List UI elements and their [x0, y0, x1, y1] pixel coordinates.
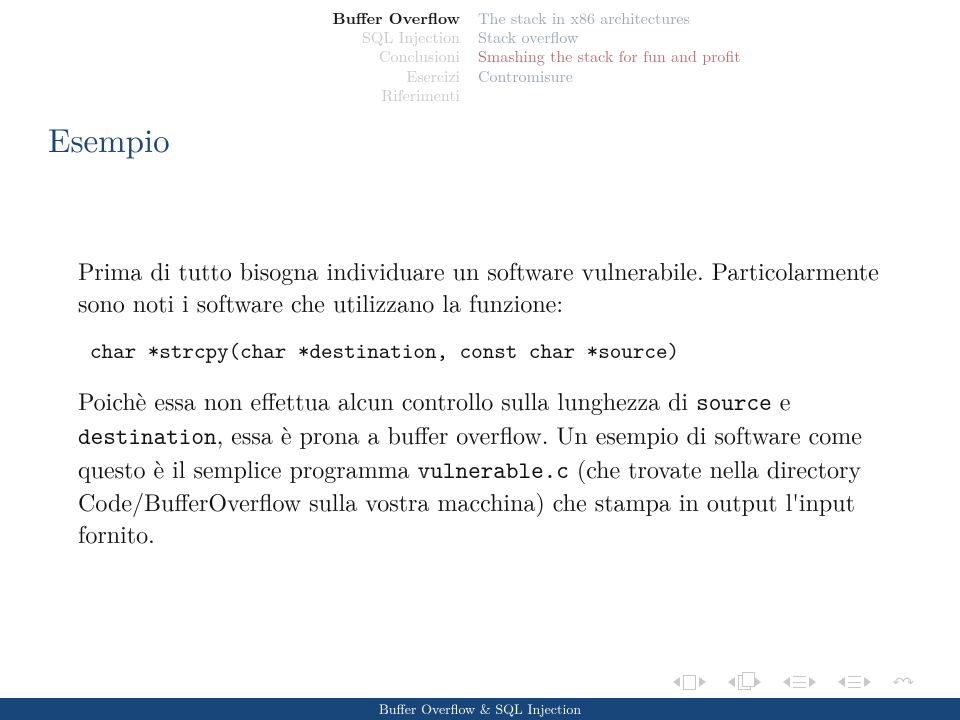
frame-icon[interactable] [738, 675, 751, 690]
nav-section-conclusioni[interactable]: Conclusioni [0, 46, 460, 65]
nav-sub-smashing[interactable]: Smashing the stack for fun and profit [478, 46, 741, 65]
section-icon[interactable] [793, 676, 806, 688]
prev-frame-icon[interactable] [728, 677, 735, 687]
slide-title: Esempio [48, 115, 170, 162]
nav-frame-group [728, 675, 761, 690]
nav-sections: Buffer Overflow SQL Injection Conclusion… [0, 8, 460, 104]
nav-subsections: The stack in x86 architectures Stack ove… [460, 8, 741, 104]
paragraph-intro: Prima di tutto bisogna individuare un so… [78, 255, 882, 318]
nav-subsection-group [838, 676, 871, 688]
paragraph-explain: Poichè essa non effettua alcun controllo… [78, 385, 882, 549]
nav-section-esercizi[interactable]: Esercizi [0, 66, 460, 85]
slide-header: Buffer Overflow SQL Injection Conclusion… [0, 8, 960, 104]
back-forward-icon[interactable]: ↶↷ [893, 672, 912, 692]
subsection-icon[interactable] [848, 676, 861, 688]
beamer-nav-bar: ↶↷ [673, 672, 912, 692]
prev-subsection-icon[interactable] [838, 677, 845, 687]
footer-title: Buffer Overflow & SQL Injection [0, 698, 960, 720]
slide-icon[interactable] [683, 675, 696, 690]
nav-section-riferimenti[interactable]: Riferimenti [0, 85, 460, 104]
text-span: e [772, 383, 791, 417]
code-strcpy: char *strcpy(char *destination, const ch… [90, 336, 882, 365]
next-section-icon[interactable] [809, 677, 816, 687]
prev-section-icon[interactable] [783, 677, 790, 687]
nav-section-group [783, 676, 816, 688]
nav-slide-group [673, 675, 706, 690]
code-destination: destination [78, 420, 217, 452]
next-slide-icon[interactable] [699, 677, 706, 687]
code-source: source [696, 386, 772, 418]
next-subsection-icon[interactable] [864, 677, 871, 687]
next-frame-icon[interactable] [754, 677, 761, 687]
prev-slide-icon[interactable] [673, 677, 680, 687]
code-vulnerable: vulnerable.c [418, 454, 569, 486]
slide-body: Prima di tutto bisogna individuare un so… [78, 255, 882, 550]
text-span: Poichè essa non effettua alcun controllo… [78, 383, 696, 417]
nav-sub-contromisure[interactable]: Contromisure [478, 66, 741, 85]
